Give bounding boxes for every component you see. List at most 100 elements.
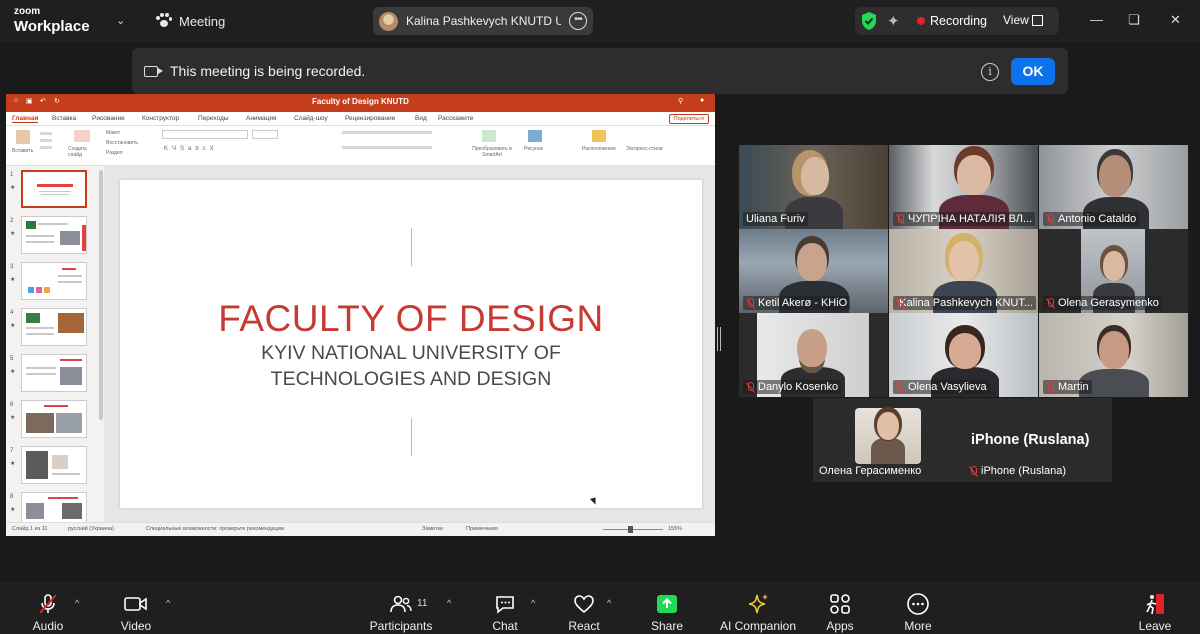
mic-muted-icon: [896, 381, 905, 393]
person-head: [1099, 155, 1131, 197]
thumbnail-image: [21, 400, 87, 438]
ppt-tab: Переходы: [198, 115, 229, 122]
smartart-icon: [482, 130, 496, 142]
new-slide-icon: [74, 130, 90, 142]
participant-name: Uliana Furiv: [743, 212, 808, 226]
recording-notice: This meeting is being recorded. i OK: [132, 48, 1068, 94]
slide-thumbnail: 4 ★: [8, 308, 100, 352]
thumb-mark: [58, 281, 82, 283]
participant-tile[interactable]: Olena Gerasymenko: [1039, 229, 1188, 313]
chevron-up-icon[interactable]: ^: [447, 598, 451, 608]
thumb-mark: [60, 231, 80, 245]
slide-title: FACULTY OF DESIGN: [218, 298, 604, 339]
panel-resize-handle[interactable]: [717, 327, 721, 351]
participant-name: Antonio Cataldo: [1043, 212, 1140, 226]
info-icon[interactable]: i: [981, 63, 999, 81]
thumb-mark: [26, 313, 40, 323]
thumb-mark: [52, 473, 80, 475]
mic-muted-icon: [896, 213, 905, 225]
person-head: [797, 329, 827, 367]
paw-icon: [155, 13, 172, 29]
chevron-down-icon[interactable]: ⌄: [116, 14, 125, 27]
thumb-mark: [60, 367, 82, 385]
more-button[interactable]: More: [900, 592, 936, 633]
star-icon: ★: [10, 461, 16, 467]
more-options-icon[interactable]: •••: [569, 12, 587, 30]
participant-tile[interactable]: Martin: [1039, 313, 1188, 397]
slide-count: Слайд 1 из 11: [12, 526, 48, 532]
thumbnail-number: 5: [10, 356, 14, 362]
chevron-up-icon[interactable]: ^: [166, 598, 170, 608]
thumb-mark: [58, 313, 84, 333]
apps-button[interactable]: Apps: [822, 592, 858, 633]
participant-tile[interactable]: Олена Герасименко: [813, 398, 962, 482]
participant-tile[interactable]: Danylo Kosenko: [739, 313, 888, 397]
slide-divider-bottom: [411, 418, 412, 456]
thumbnail-image: [21, 262, 87, 300]
shared-screen: ⌂ ▣ ↶ ↻ Faculty of Design KNUTD ⚲ ● Глав…: [6, 94, 715, 536]
ai-companion-button[interactable]: AI Companion: [718, 592, 798, 633]
comments-button: Примечания: [466, 526, 498, 532]
video-label: Video: [120, 619, 152, 633]
participant-tile[interactable]: Kalina Pashkevych KNUT...: [889, 229, 1038, 313]
restore-icon[interactable]: ❏: [1128, 12, 1140, 28]
chevron-up-icon[interactable]: ^: [607, 598, 611, 608]
ppt-tab: Главная: [12, 115, 39, 123]
ribbon-mark: [342, 146, 432, 149]
thumbnail-scrollbar: [99, 170, 103, 420]
person-head: [1103, 251, 1125, 281]
share-button[interactable]: Share: [650, 592, 684, 633]
person-head: [949, 241, 979, 281]
thumb-mark: [48, 497, 78, 499]
sparkle-icon[interactable]: ✦: [887, 12, 900, 30]
audio-button[interactable]: Audio: [30, 592, 66, 633]
camera-icon: [144, 66, 163, 77]
participant-tile[interactable]: ЧУПРІНА НАТАЛІЯ ВЛ...: [889, 145, 1038, 229]
react-button[interactable]: React: [566, 592, 602, 633]
minimize-icon[interactable]: —: [1090, 12, 1103, 27]
thumbnail-image: [21, 354, 87, 392]
font-family-box: [162, 130, 248, 139]
meeting-menu[interactable]: Meeting: [155, 13, 225, 29]
participant-tile[interactable]: Uliana Furiv: [739, 145, 888, 229]
participant-name: Olena Vasylieva: [893, 380, 990, 394]
search-icon: ⚲: [678, 98, 684, 105]
slide-subtitle-line2: TECHNOLOGIES AND DESIGN: [270, 368, 552, 390]
leave-button[interactable]: Leave: [1138, 592, 1172, 633]
accessibility-status: Специальные возможности: проверьте реком…: [146, 526, 284, 532]
ppt-smartart-label: Преобразовать в SmartArt: [472, 146, 512, 158]
thumb-mark: [56, 413, 82, 433]
participant-tile[interactable]: Ketil Akerø - KHiO: [739, 229, 888, 313]
close-icon[interactable]: ✕: [1170, 12, 1181, 28]
grid-view-icon[interactable]: [1032, 15, 1043, 26]
slide-subtitle-line1: KYIV NATIONAL UNIVERSITY OF: [261, 342, 561, 364]
mic-muted-icon: [1046, 297, 1055, 309]
meeting-label: Meeting: [179, 13, 226, 29]
recording-label[interactable]: Recording: [930, 14, 987, 28]
thumb-mark: [26, 333, 54, 335]
ppt-title-bar: ⌂ ▣ ↶ ↻ Faculty of Design KNUTD ⚲ ●: [6, 94, 715, 112]
active-speaker-pill[interactable]: Kalina Pashkevych KNUTD Ukrain •••: [373, 7, 593, 35]
video-button[interactable]: Video: [118, 592, 154, 633]
thumb-mark: [39, 191, 71, 192]
ppt-tab: Рецензирование: [345, 115, 396, 122]
ppt-tab: Конструктор: [142, 115, 180, 122]
star-icon: ★: [10, 185, 16, 191]
participant-tile[interactable]: Olena Vasylieva: [889, 313, 1038, 397]
language: русский (Украина): [68, 526, 114, 532]
participant-tile[interactable]: Antonio Cataldo: [1039, 145, 1188, 229]
slide-thumbnail: 6 ★: [8, 400, 100, 444]
star-icon: ★: [10, 277, 16, 283]
brand-line1: zoom: [14, 6, 41, 17]
person-body: [871, 438, 905, 464]
chevron-up-icon[interactable]: ^: [75, 598, 79, 608]
chevron-up-icon[interactable]: ^: [531, 598, 535, 608]
ppt-reset-label: Восстановить: [106, 140, 139, 146]
chat-button[interactable]: Chat: [488, 592, 522, 633]
participant-tile[interactable]: iPhone (Ruslana) iPhone (Ruslana): [963, 398, 1112, 482]
ok-button[interactable]: OK: [1011, 58, 1055, 85]
sparkle-icon: [748, 594, 768, 614]
font-format-icons: KЧSabcX: [164, 146, 218, 152]
view-button[interactable]: View: [1003, 13, 1029, 27]
shield-icon[interactable]: [861, 11, 877, 31]
